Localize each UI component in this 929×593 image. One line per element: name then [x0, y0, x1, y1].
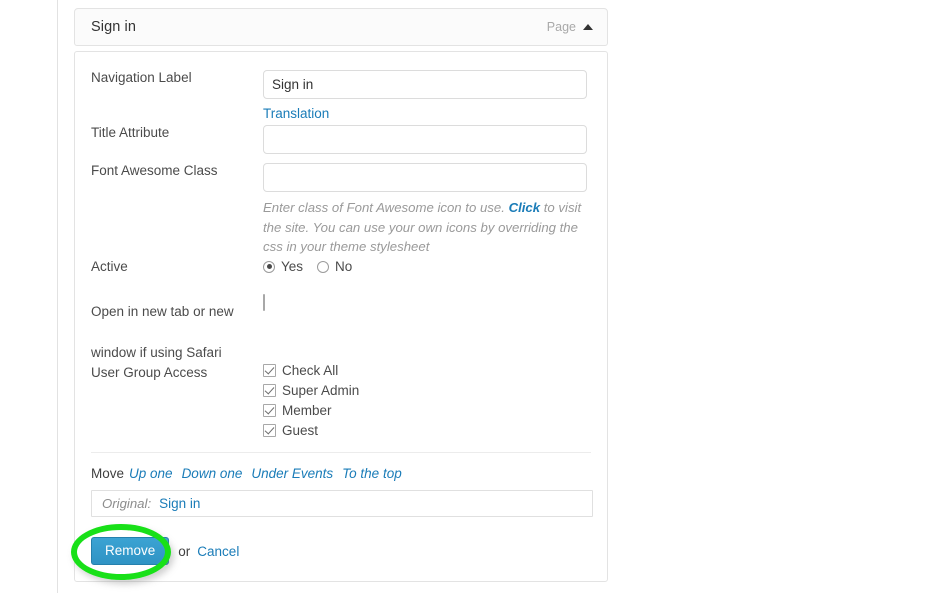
- original-label: Original:: [102, 496, 151, 511]
- radio-unselected-icon[interactable]: [317, 261, 329, 273]
- active-field-wrap: Yes No: [263, 259, 591, 274]
- navigation-label-label: Navigation Label: [91, 70, 263, 86]
- checkbox-item-guest[interactable]: Guest: [263, 423, 591, 438]
- open-new-tab-field-wrap: [263, 291, 591, 310]
- active-radio-yes[interactable]: Yes: [263, 259, 303, 274]
- move-down-one-link[interactable]: Down one: [182, 466, 243, 481]
- title-attribute-label: Title Attribute: [91, 125, 263, 141]
- font-awesome-class-field-wrap: Enter class of Font Awesome icon to use.…: [263, 163, 591, 257]
- original-item-box: Original: Sign in: [91, 490, 593, 517]
- font-awesome-help-part1: Enter class of Font Awesome icon to use.: [263, 200, 509, 215]
- form-actions: Remove or Cancel: [91, 537, 239, 565]
- move-label: Move: [91, 466, 124, 481]
- font-awesome-class-input[interactable]: [263, 163, 587, 192]
- active-radio-yes-label: Yes: [281, 259, 303, 274]
- or-text: or: [178, 544, 190, 559]
- radio-selected-icon[interactable]: [263, 261, 275, 273]
- checkbox-item-member[interactable]: Member: [263, 403, 591, 418]
- checkbox-checked-icon[interactable]: [263, 404, 276, 417]
- page-left-rule: [57, 0, 58, 593]
- open-new-tab-label-line1: Open in new tab or new: [91, 291, 263, 332]
- original-item-link[interactable]: Sign in: [159, 496, 200, 511]
- checkbox-label-super-admin: Super Admin: [282, 383, 359, 398]
- open-new-tab-checkbox[interactable]: [263, 294, 265, 311]
- page-title: Sign in: [91, 19, 547, 35]
- translation-link[interactable]: Translation: [263, 106, 329, 121]
- font-awesome-help-text: Enter class of Font Awesome icon to use.…: [263, 198, 587, 257]
- font-awesome-class-label: Font Awesome Class: [91, 163, 263, 179]
- checkbox-label-check-all: Check All: [282, 363, 338, 378]
- font-awesome-site-link[interactable]: Click: [509, 200, 541, 215]
- form-divider: [91, 452, 591, 453]
- panel-header-meta: Page: [547, 20, 593, 34]
- checkbox-label-guest: Guest: [282, 423, 318, 438]
- active-radio-no[interactable]: No: [317, 259, 352, 274]
- move-row: Move Up one Down one Under Events To the top: [91, 466, 411, 481]
- checkbox-item-super-admin[interactable]: Super Admin: [263, 383, 591, 398]
- caret-up-icon[interactable]: [583, 24, 593, 30]
- menu-item-type-label: Page: [547, 20, 576, 34]
- field-row-title-attribute: Title Attribute: [75, 125, 607, 154]
- active-radio-group: Yes No: [263, 259, 591, 274]
- title-attribute-field-wrap: [263, 125, 591, 154]
- user-group-access-list: Check All Super Admin Member Guest: [263, 363, 591, 438]
- move-under-events-link[interactable]: Under Events: [251, 466, 333, 481]
- cancel-link[interactable]: Cancel: [197, 544, 239, 559]
- navigation-label-input[interactable]: [263, 70, 587, 99]
- title-attribute-input[interactable]: [263, 125, 587, 154]
- checkbox-checked-icon[interactable]: [263, 424, 276, 437]
- field-row-navigation-label: Navigation Label Translation: [75, 70, 607, 121]
- user-group-access-field-wrap: Check All Super Admin Member Guest: [263, 363, 591, 438]
- menu-item-form-panel: Navigation Label Translation Title Attri…: [74, 51, 608, 582]
- open-new-tab-label: Open in new tab or new window if using S…: [91, 291, 263, 373]
- checkbox-checked-icon[interactable]: [263, 384, 276, 397]
- field-row-user-group-access: User Group Access Check All Super Admin …: [75, 363, 607, 438]
- active-label: Active: [91, 259, 263, 275]
- field-row-open-new-tab: Open in new tab or new window if using S…: [75, 291, 607, 373]
- checkbox-checked-icon[interactable]: [263, 364, 276, 377]
- user-group-access-label: User Group Access: [91, 363, 263, 381]
- checkbox-label-member: Member: [282, 403, 332, 418]
- field-row-active: Active Yes No: [75, 259, 607, 275]
- field-row-font-awesome-class: Font Awesome Class Enter class of Font A…: [75, 163, 607, 257]
- move-up-one-link[interactable]: Up one: [129, 466, 173, 481]
- active-radio-no-label: No: [335, 259, 352, 274]
- navigation-label-field-wrap: Translation: [263, 70, 591, 121]
- remove-button[interactable]: Remove: [91, 537, 169, 565]
- checkbox-item-check-all[interactable]: Check All: [263, 363, 591, 378]
- move-to-the-top-link[interactable]: To the top: [342, 466, 402, 481]
- menu-item-panel-header[interactable]: Sign in Page: [74, 8, 608, 46]
